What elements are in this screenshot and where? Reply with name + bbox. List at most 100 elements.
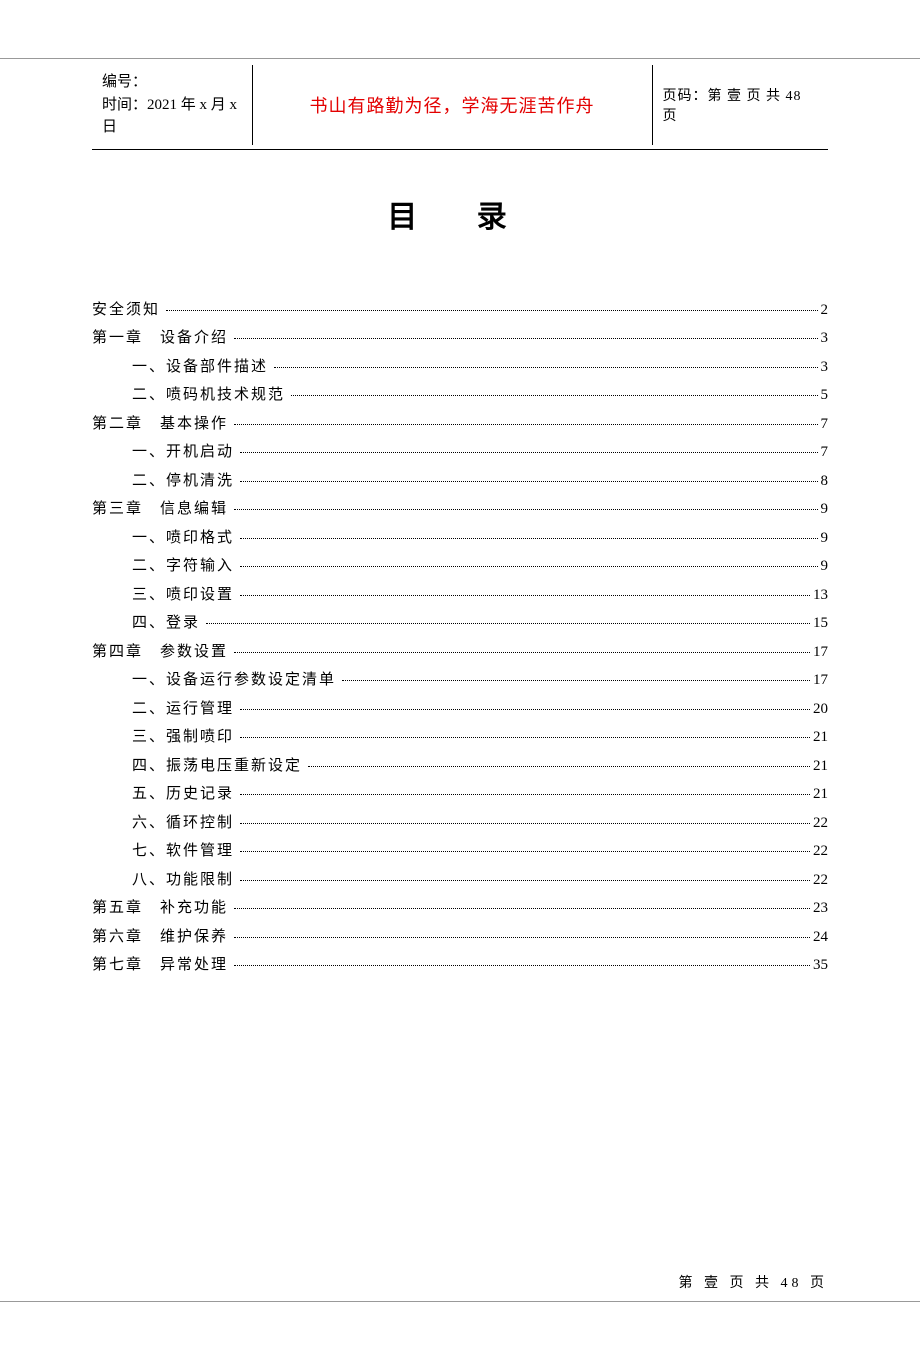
page-footer: 第 壹 页 共 48 页 <box>679 1272 829 1292</box>
toc-entry: 四、振荡电压重新设定 21 <box>92 752 828 781</box>
toc-entry-label: 五、历史记录 <box>92 780 234 809</box>
toc-entry-label: 第一章 设备介绍 <box>92 324 228 353</box>
table-of-contents: 安全须知2第一章 设备介绍3一、设备部件描述3二、喷码机技术规范5第二章 基本操… <box>92 296 828 980</box>
toc-entry-label: 七、软件管理 <box>92 837 234 866</box>
toc-leader-dots <box>234 965 810 966</box>
toc-entry: 第六章 维护保养24 <box>92 923 828 952</box>
toc-leader-dots <box>240 709 810 710</box>
toc-entry-label: 二、运行管理 <box>92 695 234 724</box>
toc-leader-dots <box>240 794 810 795</box>
toc-entry: 六、循环控制 22 <box>92 809 828 838</box>
toc-entry: 二、字符输入 9 <box>92 552 828 581</box>
doc-id-label: 编号： <box>102 71 242 94</box>
toc-entry-label: 一、设备部件描述 <box>92 353 268 382</box>
toc-entry: 二、喷码机技术规范 5 <box>92 381 828 410</box>
toc-entry-page: 22 <box>813 837 828 866</box>
toc-entry-label: 安全须知 <box>92 296 160 325</box>
toc-entry: 四、登录15 <box>92 609 828 638</box>
toc-leader-dots <box>240 595 810 596</box>
toc-entry: 一、设备部件描述 3 <box>92 353 828 382</box>
toc-leader-dots <box>240 823 810 824</box>
toc-entry-page: 22 <box>813 866 828 895</box>
header-left-cell: 编号： 时间：2021 年 x 月 x 日 <box>92 65 252 145</box>
toc-entry-page: 2 <box>821 296 829 325</box>
toc-leader-dots <box>240 851 810 852</box>
toc-entry: 第一章 设备介绍 3 <box>92 324 828 353</box>
header-page-label: 页码：第 壹 页 共 48 页 <box>652 65 828 145</box>
toc-entry-label: 八、功能限制 <box>92 866 234 895</box>
toc-entry: 第二章 基本操作 7 <box>92 410 828 439</box>
toc-entry-page: 20 <box>813 695 828 724</box>
toc-entry-page: 3 <box>821 353 829 382</box>
toc-entry-page: 7 <box>821 438 829 467</box>
toc-entry-page: 17 <box>813 638 828 667</box>
toc-entry-label: 三、强制喷印 <box>92 723 234 752</box>
toc-entry-label: 二、喷码机技术规范 <box>92 381 285 410</box>
toc-entry: 第三章 信息编辑 9 <box>92 495 828 524</box>
toc-entry-page: 8 <box>821 467 829 496</box>
toc-entry-label: 一、喷印格式 <box>92 524 234 553</box>
page-top-rule <box>0 58 920 59</box>
toc-entry-page: 3 <box>821 324 829 353</box>
toc-entry-page: 21 <box>813 723 828 752</box>
toc-leader-dots <box>240 538 817 539</box>
toc-entry-page: 9 <box>821 524 829 553</box>
toc-entry-label: 第六章 维护保养 <box>92 923 228 952</box>
toc-entry-label: 一、开机启动 <box>92 438 234 467</box>
toc-entry: 八、功能限制 22 <box>92 866 828 895</box>
toc-leader-dots <box>274 367 817 368</box>
toc-leader-dots <box>240 880 810 881</box>
toc-entry-label: 四、振荡电压重新设定 <box>92 752 302 781</box>
toc-leader-dots <box>234 652 810 653</box>
toc-entry-page: 9 <box>821 552 829 581</box>
toc-entry-label: 三、喷印设置 <box>92 581 234 610</box>
toc-entry-page: 7 <box>821 410 829 439</box>
header-bottom-rule <box>92 149 828 150</box>
toc-entry: 安全须知 2 <box>92 296 828 325</box>
toc-entry-page: 21 <box>813 752 828 781</box>
toc-entry-page: 21 <box>813 780 828 809</box>
toc-leader-dots <box>240 452 817 453</box>
toc-entry: 一、开机启动 7 <box>92 438 828 467</box>
toc-leader-dots <box>234 908 810 909</box>
toc-title: 目 录 <box>0 192 920 236</box>
toc-entry-page: 5 <box>821 381 829 410</box>
toc-entry: 第四章 参数设置 17 <box>92 638 828 667</box>
header-motto: 书山有路勤为径，学海无涯苦作舟 <box>252 65 652 145</box>
toc-entry-label: 二、字符输入 <box>92 552 234 581</box>
toc-leader-dots <box>308 766 810 767</box>
toc-entry: 第五章 补充功能23 <box>92 894 828 923</box>
toc-entry: 第七章 异常处理 35 <box>92 951 828 980</box>
toc-entry-label: 第三章 信息编辑 <box>92 495 228 524</box>
toc-leader-dots <box>234 424 817 425</box>
toc-leader-dots <box>342 680 810 681</box>
toc-entry-label: 一、设备运行参数设定清单 <box>92 666 336 695</box>
toc-entry-label: 第七章 异常处理 <box>92 951 228 980</box>
toc-entry-label: 六、循环控制 <box>92 809 234 838</box>
toc-entry: 二、运行管理 20 <box>92 695 828 724</box>
toc-entry: 五、历史记录 21 <box>92 780 828 809</box>
toc-leader-dots <box>291 395 817 396</box>
doc-time-label: 时间：2021 年 x 月 x 日 <box>102 94 242 139</box>
toc-entry-label: 第二章 基本操作 <box>92 410 228 439</box>
toc-entry-page: 35 <box>813 951 828 980</box>
toc-leader-dots <box>234 338 817 339</box>
toc-entry-page: 23 <box>813 894 828 923</box>
toc-entry-label: 二、停机清洗 <box>92 467 234 496</box>
toc-leader-dots <box>234 509 817 510</box>
toc-entry-label: 第四章 参数设置 <box>92 638 228 667</box>
toc-leader-dots <box>166 310 817 311</box>
toc-entry-page: 17 <box>813 666 828 695</box>
toc-leader-dots <box>240 566 817 567</box>
toc-entry-page: 22 <box>813 809 828 838</box>
toc-leader-dots <box>240 737 810 738</box>
page-header: 编号： 时间：2021 年 x 月 x 日 书山有路勤为径，学海无涯苦作舟 页码… <box>92 65 828 145</box>
toc-leader-dots <box>234 937 810 938</box>
toc-entry: 三、强制喷印 21 <box>92 723 828 752</box>
toc-entry-page: 9 <box>821 495 829 524</box>
toc-entry: 七、软件管理 22 <box>92 837 828 866</box>
toc-leader-dots <box>240 481 817 482</box>
toc-entry: 二、停机清洗 8 <box>92 467 828 496</box>
toc-entry-page: 13 <box>813 581 828 610</box>
toc-entry-label: 四、登录 <box>92 609 200 638</box>
